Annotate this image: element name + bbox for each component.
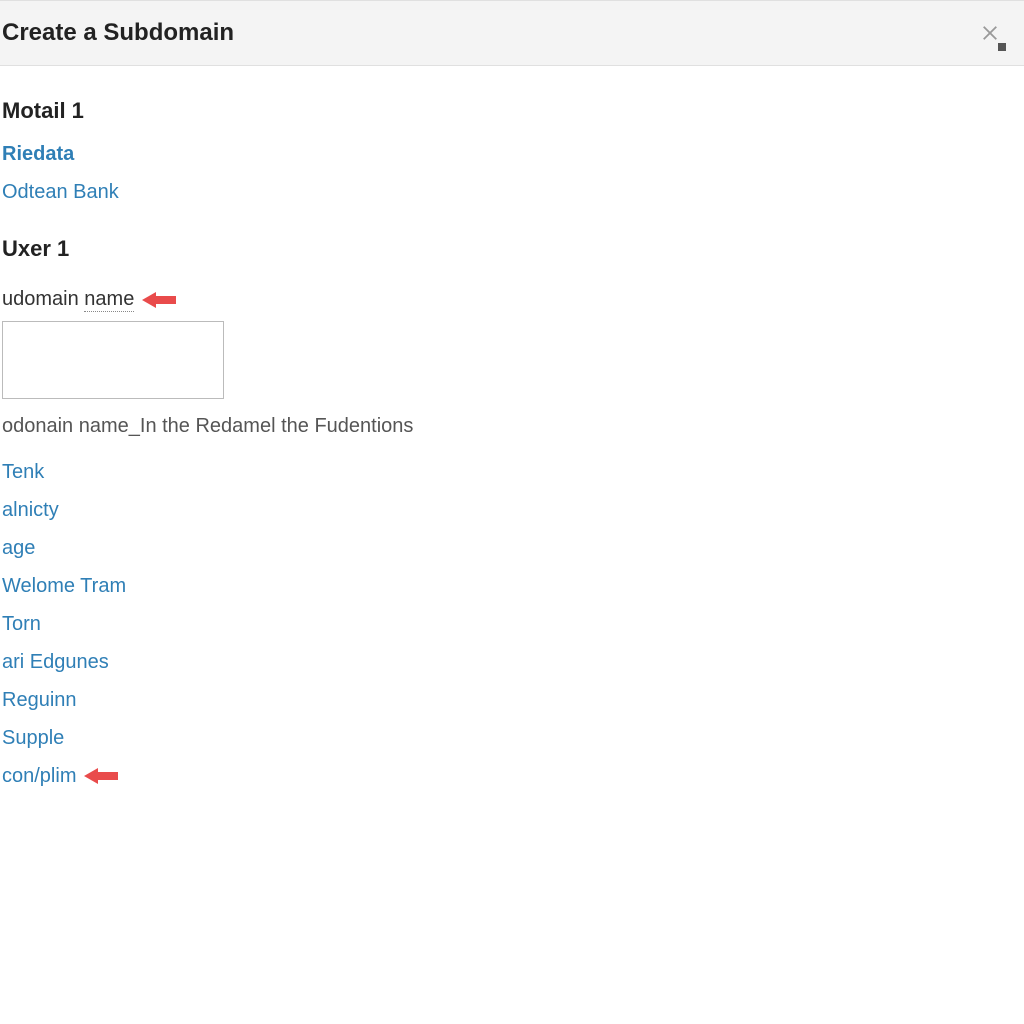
link-supple[interactable]: Supple [2, 722, 1022, 754]
close-icon [981, 24, 999, 42]
helper-text: odonain name_In the Redamel the Fudentio… [2, 415, 1022, 438]
link-age[interactable]: age [2, 532, 1022, 564]
link-riedata[interactable]: Riedata [2, 138, 1022, 170]
arrow-left-icon [142, 290, 176, 310]
link-conplim[interactable]: con/plim [2, 760, 76, 792]
link-welome-tram[interactable]: Welome Tram [2, 570, 1022, 602]
arrow-left-icon [84, 766, 118, 786]
link-torn[interactable]: Torn [2, 608, 1022, 640]
link-odtean-bank[interactable]: Odtean Bank [2, 176, 1022, 208]
label-prefix: udomain [2, 288, 84, 310]
link-ari-edgunes[interactable]: ari Edgunes [2, 646, 1022, 678]
subdomain-name-input[interactable] [2, 321, 224, 399]
page: Create a Subdomain Motail 1 Riedata Odte… [0, 0, 1024, 1024]
resize-corner-icon [998, 43, 1006, 51]
subdomain-name-label: udomain name [2, 288, 176, 311]
link-tenk[interactable]: Tenk [2, 456, 1022, 488]
link-row-conplim: con/plim [2, 760, 1022, 792]
label-underlined: name [84, 288, 134, 312]
link-alnicty[interactable]: alnicty [2, 494, 1022, 526]
section-title-2: Uxer 1 [2, 236, 1022, 262]
modal-header: Create a Subdomain [0, 0, 1024, 66]
link-list-2: Tenk alnicty age Welome Tram Torn ari Ed… [2, 456, 1022, 792]
link-list-1: Riedata Odtean Bank [2, 138, 1022, 208]
close-button[interactable] [978, 21, 1002, 45]
modal-title: Create a Subdomain [2, 19, 234, 47]
section-title-1: Motail 1 [2, 98, 1022, 124]
link-reguinn[interactable]: Reguinn [2, 684, 1022, 716]
modal-body: Motail 1 Riedata Odtean Bank Uxer 1 udom… [0, 66, 1024, 860]
